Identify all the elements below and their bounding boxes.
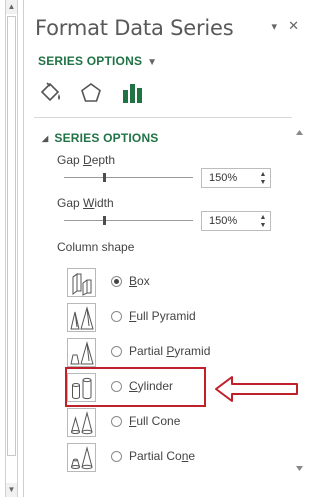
pane-options-icon[interactable]: ▾ bbox=[272, 20, 278, 33]
gap-width-label: Gap Width bbox=[57, 196, 114, 210]
gap-width-slider-thumb[interactable] bbox=[102, 216, 106, 225]
radio-box[interactable] bbox=[111, 276, 122, 287]
tab-effects[interactable] bbox=[78, 80, 104, 106]
spin-up-icon[interactable]: ▲ bbox=[258, 171, 268, 179]
column-chart-icon bbox=[123, 84, 142, 103]
section-label: SERIES OPTIONS bbox=[54, 131, 159, 145]
scroll-down-icon[interactable]: ▼ bbox=[6, 483, 17, 497]
radio-partial-cone[interactable] bbox=[111, 451, 122, 462]
pane-scrollbar[interactable] bbox=[295, 128, 304, 473]
divider bbox=[34, 117, 292, 118]
gap-depth-value: 150% bbox=[209, 172, 238, 184]
full-cone-icon bbox=[67, 408, 96, 437]
scroll-up-icon[interactable]: ▲ bbox=[6, 0, 17, 14]
gap-width-label-key: W bbox=[83, 196, 95, 210]
shape-rest: yramid bbox=[174, 344, 211, 358]
pentagon-icon bbox=[81, 83, 101, 102]
gap-depth-label-key: D bbox=[83, 153, 92, 167]
collapse-triangle-icon: ◢ bbox=[42, 134, 49, 143]
partial-cone-icon bbox=[67, 443, 96, 472]
spin-down-icon[interactable]: ▼ bbox=[258, 222, 268, 230]
tab-fill-line[interactable] bbox=[38, 80, 64, 106]
gap-depth-label-post: epth bbox=[91, 153, 116, 167]
pane-title: Format Data Series bbox=[35, 16, 234, 40]
left-arrow-icon bbox=[215, 376, 298, 402]
gap-depth-spinner[interactable]: 150% ▲ ▼ bbox=[201, 168, 271, 188]
tab-series-options[interactable] bbox=[120, 80, 146, 106]
radio-full-pyramid[interactable] bbox=[111, 311, 122, 322]
radio-partial-pyramid[interactable] bbox=[111, 346, 122, 357]
shape-label-partial-pyramid: Partial Pyramid bbox=[129, 344, 210, 358]
pane-controls: ▾ ✕ bbox=[264, 18, 300, 34]
shape-label-full-pyramid: Full Pyramid bbox=[129, 309, 196, 323]
gap-width-value: 150% bbox=[209, 215, 238, 227]
spin-up-icon[interactable]: ▲ bbox=[258, 214, 268, 222]
highlight-box bbox=[65, 367, 206, 407]
shape-rest: e bbox=[188, 449, 196, 463]
shape-rest: ull Pyramid bbox=[136, 309, 196, 323]
series-options-dropdown-label: SERIES OPTIONS bbox=[38, 54, 143, 68]
gap-depth-slider[interactable] bbox=[64, 177, 193, 178]
shape-label-box: Box bbox=[129, 274, 150, 288]
shape-label-partial-cone: Partial Cone bbox=[129, 449, 195, 463]
gap-width-label-pre: Gap bbox=[57, 196, 84, 210]
radio-full-cone[interactable] bbox=[111, 416, 122, 427]
shape-rest: ull Cone bbox=[136, 414, 181, 428]
shape-label-full-cone: Full Cone bbox=[129, 414, 180, 428]
format-data-series-pane: Format Data Series ▾ ✕ SERIES OPTIONS ▼ bbox=[23, 0, 305, 497]
shape-key: B bbox=[129, 274, 138, 288]
series-options-section-header[interactable]: ◢ SERIES OPTIONS bbox=[42, 131, 159, 145]
gap-width-spinner[interactable]: 150% ▲ ▼ bbox=[201, 211, 271, 231]
gap-width-label-post: idth bbox=[94, 196, 114, 210]
series-options-dropdown[interactable]: SERIES OPTIONS ▼ bbox=[38, 54, 157, 68]
worksheet-scrollbar[interactable]: ▲ ▼ bbox=[5, 0, 18, 497]
column-shape-label: Column shape bbox=[57, 240, 135, 254]
chevron-down-icon: ▼ bbox=[147, 57, 158, 68]
close-icon[interactable]: ✕ bbox=[288, 18, 299, 34]
shape-pre: Partial bbox=[129, 344, 167, 358]
gap-depth-slider-thumb[interactable] bbox=[102, 173, 106, 182]
shape-rest: ox bbox=[137, 274, 150, 288]
partial-pyramid-icon bbox=[67, 338, 96, 367]
gap-depth-label: Gap Depth bbox=[57, 153, 115, 167]
gap-depth-label-pre: Gap bbox=[57, 153, 84, 167]
box-shape-icon bbox=[67, 268, 96, 297]
full-pyramid-icon bbox=[67, 303, 96, 332]
scrollbar-thumb[interactable] bbox=[7, 16, 16, 456]
shape-pre: Partial Co bbox=[129, 449, 182, 463]
gap-width-slider[interactable] bbox=[64, 220, 193, 221]
spin-down-icon[interactable]: ▼ bbox=[258, 179, 268, 187]
paint-bucket-icon bbox=[40, 82, 60, 102]
